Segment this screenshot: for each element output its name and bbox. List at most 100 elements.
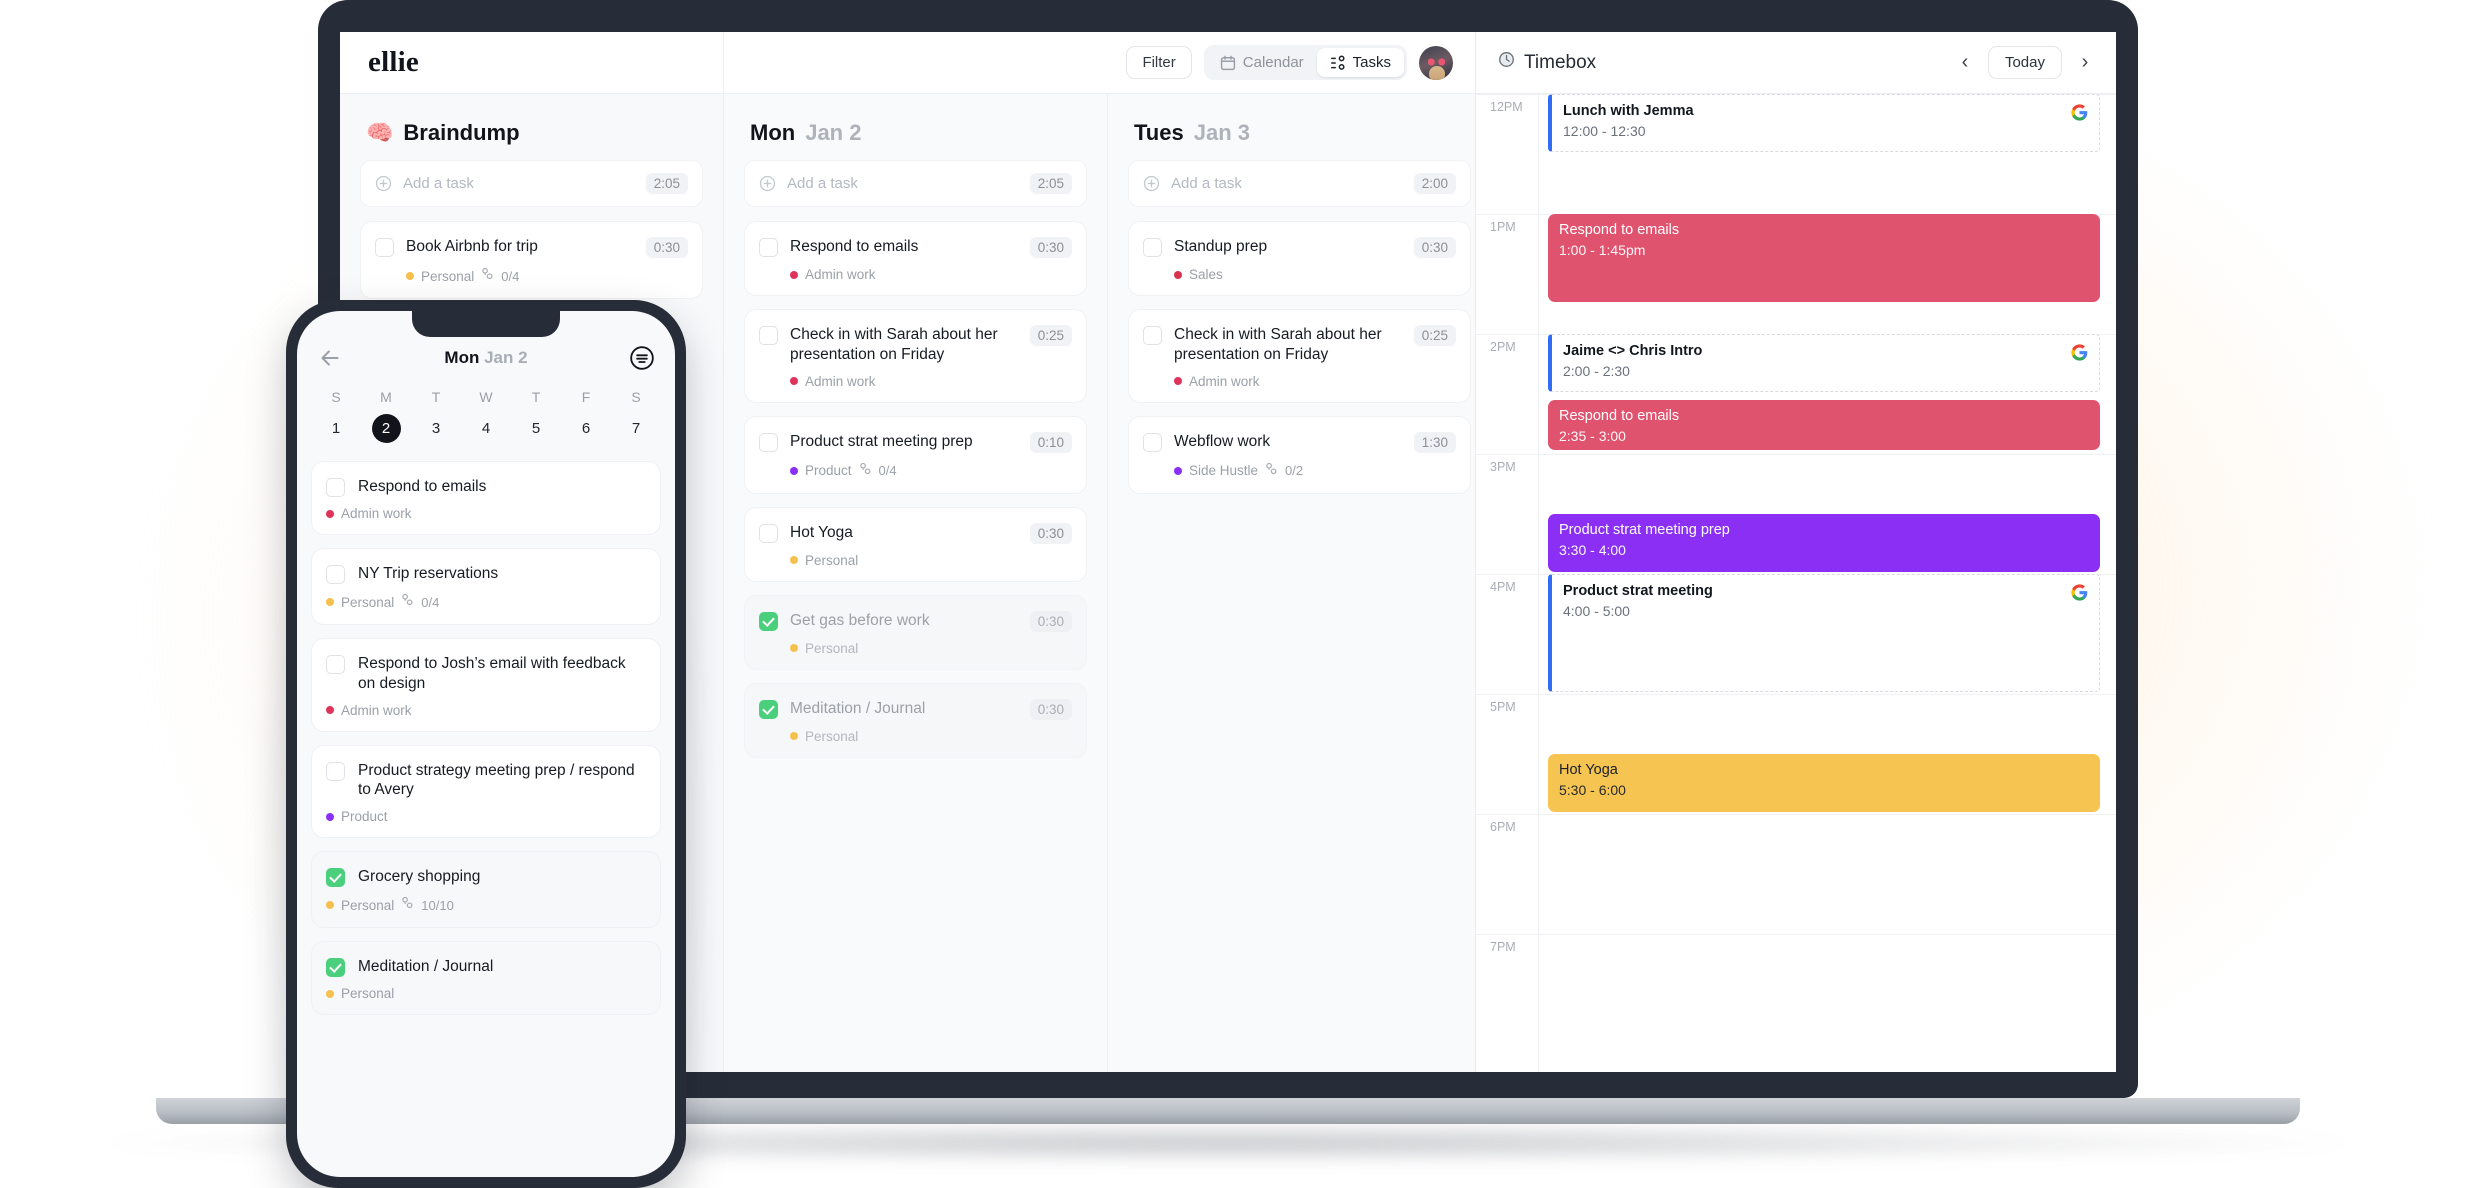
phone-week-day[interactable]: S 7 bbox=[611, 389, 661, 443]
task-checkbox[interactable] bbox=[326, 478, 345, 497]
add-task-placeholder: Add a task bbox=[787, 175, 858, 192]
today-button[interactable]: Today bbox=[1987, 46, 2062, 79]
timeboxed-task-event[interactable]: Product strat meeting prep 3:30 - 4:00 bbox=[1548, 514, 2100, 572]
task-title: Get gas before work bbox=[790, 611, 930, 629]
phone-day-number[interactable]: 3 bbox=[422, 414, 451, 443]
app-logo: ellie bbox=[368, 46, 419, 78]
add-task-placeholder: Add a task bbox=[403, 175, 474, 192]
task-checkbox[interactable] bbox=[326, 761, 345, 781]
plus-icon bbox=[1143, 175, 1160, 192]
task-meta: Admin work bbox=[326, 506, 646, 521]
task-duration: 0:30 bbox=[1029, 698, 1072, 720]
tag-label: Product bbox=[805, 463, 852, 479]
prev-day-button[interactable]: ‹ bbox=[1952, 50, 1978, 76]
task-card[interactable]: Product strat meeting prep 0:10 Product … bbox=[744, 415, 1087, 494]
task-card[interactable]: Meditation / Journal 0:30 Personal bbox=[744, 682, 1087, 758]
filter-button[interactable]: Filter bbox=[1126, 46, 1192, 79]
phone-task-card[interactable]: Product strategy meeting prep / respond … bbox=[311, 744, 661, 839]
task-meta: Personal bbox=[759, 553, 1072, 568]
google-icon bbox=[2071, 584, 2088, 601]
board-column: Mon Jan 2 Add a task 2:05 Respond to emai… bbox=[724, 94, 1108, 1072]
task-checkbox[interactable] bbox=[759, 699, 778, 719]
task-card[interactable]: Webflow work 1:30 Side Hustle 0/2 bbox=[1128, 415, 1471, 494]
tag-color-dot bbox=[326, 989, 334, 998]
view-toggle[interactable]: Calendar Tasks bbox=[1203, 45, 1407, 80]
event-time: 2:00 - 2:30 bbox=[1563, 363, 1630, 380]
menu-icon[interactable] bbox=[629, 345, 655, 371]
task-checkbox[interactable] bbox=[326, 565, 345, 584]
phone-week-day[interactable]: T 3 bbox=[411, 389, 461, 443]
subtask-icon bbox=[481, 267, 494, 285]
phone-task-card[interactable]: Grocery shopping Personal 10/10 bbox=[311, 851, 661, 929]
phone-week-strip[interactable]: S 1M 2T 3W 4T 5F 6S 7 bbox=[297, 371, 675, 453]
task-card[interactable]: Check in with Sarah about her presentati… bbox=[744, 309, 1087, 403]
tag-color-dot bbox=[326, 509, 334, 518]
hour-label: 4PM bbox=[1490, 580, 1516, 594]
tab-tasks[interactable]: Tasks bbox=[1316, 48, 1404, 77]
phone-week-day[interactable]: F 6 bbox=[561, 389, 611, 443]
task-card-top: Get gas before work 0:30 bbox=[759, 610, 1072, 632]
phone-week-day[interactable]: T 5 bbox=[511, 389, 561, 443]
timeboxed-task-event[interactable]: Respond to emails 2:35 - 3:00 bbox=[1548, 400, 2100, 450]
subtask-icon bbox=[401, 896, 414, 914]
task-checkbox[interactable] bbox=[326, 958, 345, 978]
phone-day-number[interactable]: 7 bbox=[622, 414, 651, 443]
task-checkbox[interactable] bbox=[375, 238, 394, 257]
calendar-event[interactable]: Product strat meeting 4:00 - 5:00 bbox=[1548, 574, 2100, 692]
task-title: Meditation / Journal bbox=[358, 958, 494, 976]
task-title: Grocery shopping bbox=[358, 868, 481, 886]
task-card[interactable]: Hot Yoga 0:30 Personal bbox=[744, 506, 1087, 582]
task-checkbox[interactable] bbox=[759, 326, 778, 345]
timebox-header: Timebox ‹ Today › bbox=[1476, 32, 2116, 94]
phone-day-number[interactable]: 6 bbox=[572, 414, 601, 443]
calendar-event[interactable]: Lunch with Jemma 12:00 - 12:30 bbox=[1548, 94, 2100, 152]
task-checkbox[interactable] bbox=[1143, 432, 1162, 452]
calendar-event[interactable]: Jaime <> Chris Intro 2:00 - 2:30 bbox=[1548, 334, 2100, 392]
task-meta: Admin work bbox=[326, 703, 646, 718]
add-task-input[interactable]: Add a task 2:05 bbox=[360, 160, 703, 207]
google-icon bbox=[2071, 344, 2088, 361]
phone-day-number[interactable]: 2 bbox=[371, 414, 401, 443]
timebox-grid[interactable]: 12PM 1PM 2PM 3PM 4PM 5PM 6PM 7PM Lunch with Jemm… bbox=[1476, 94, 2116, 1072]
phone-task-card[interactable]: Respond to emails Admin work bbox=[311, 461, 661, 535]
task-checkbox[interactable] bbox=[1143, 326, 1162, 345]
task-checkbox[interactable] bbox=[759, 523, 778, 543]
column-title: Tues bbox=[1134, 120, 1184, 145]
task-checkbox[interactable] bbox=[1143, 238, 1162, 257]
task-checkbox[interactable] bbox=[759, 238, 778, 257]
task-checkbox[interactable] bbox=[759, 611, 778, 631]
task-card[interactable]: Standup prep 0:30 Sales bbox=[1128, 221, 1471, 296]
back-arrow-icon[interactable] bbox=[317, 345, 343, 371]
add-task-input[interactable]: Add a task 2:05 bbox=[744, 160, 1087, 207]
timebox-hour-row[interactable]: 6PM bbox=[1476, 814, 2116, 934]
timeboxed-task-event[interactable]: Respond to emails 1:00 - 1:45pm bbox=[1548, 214, 2100, 302]
tag-color-dot bbox=[326, 901, 334, 910]
phone-day-number[interactable]: 4 bbox=[472, 414, 501, 443]
next-day-button[interactable]: › bbox=[2072, 50, 2098, 76]
task-card[interactable]: Check in with Sarah about her presentati… bbox=[1128, 309, 1471, 403]
event-title: Respond to emails bbox=[1559, 222, 1680, 238]
phone-task-card[interactable]: NY Trip reservations Personal 0/4 bbox=[311, 548, 661, 625]
tab-calendar[interactable]: Calendar bbox=[1207, 48, 1317, 77]
task-checkbox[interactable] bbox=[326, 868, 345, 888]
phone-day-number[interactable]: 1 bbox=[322, 414, 351, 443]
task-card[interactable]: Book Airbnb for trip 0:30 Personal 0/4 bbox=[360, 221, 703, 299]
phone-task-card[interactable]: Meditation / Journal Personal bbox=[311, 941, 661, 1016]
task-duration: 1:30 bbox=[1413, 431, 1456, 453]
task-meta: Personal bbox=[326, 986, 646, 1001]
phone-task-card[interactable]: Respond to Josh’s email with feedback on… bbox=[311, 638, 661, 732]
add-task-input[interactable]: Add a task 2:00 bbox=[1128, 160, 1471, 207]
timebox-hour-row[interactable]: 7PM bbox=[1476, 934, 2116, 1054]
phone-week-day[interactable]: M 2 bbox=[361, 389, 411, 443]
phone-week-day[interactable]: S 1 bbox=[311, 389, 361, 443]
phone-day-number[interactable]: 5 bbox=[522, 414, 551, 443]
user-avatar[interactable] bbox=[1419, 45, 1453, 80]
task-card[interactable]: Get gas before work 0:30 Personal bbox=[744, 594, 1087, 670]
task-card[interactable]: Respond to emails 0:30 Admin work bbox=[744, 221, 1087, 296]
task-checkbox[interactable] bbox=[759, 432, 778, 452]
phone-week-day[interactable]: W 4 bbox=[461, 389, 511, 443]
timeboxed-task-event[interactable]: Hot Yoga 5:30 - 6:00 bbox=[1548, 754, 2100, 812]
task-checkbox[interactable] bbox=[326, 655, 345, 674]
event-title: Jaime <> Chris Intro bbox=[1563, 343, 1703, 359]
task-duration: 0:25 bbox=[1029, 325, 1072, 346]
